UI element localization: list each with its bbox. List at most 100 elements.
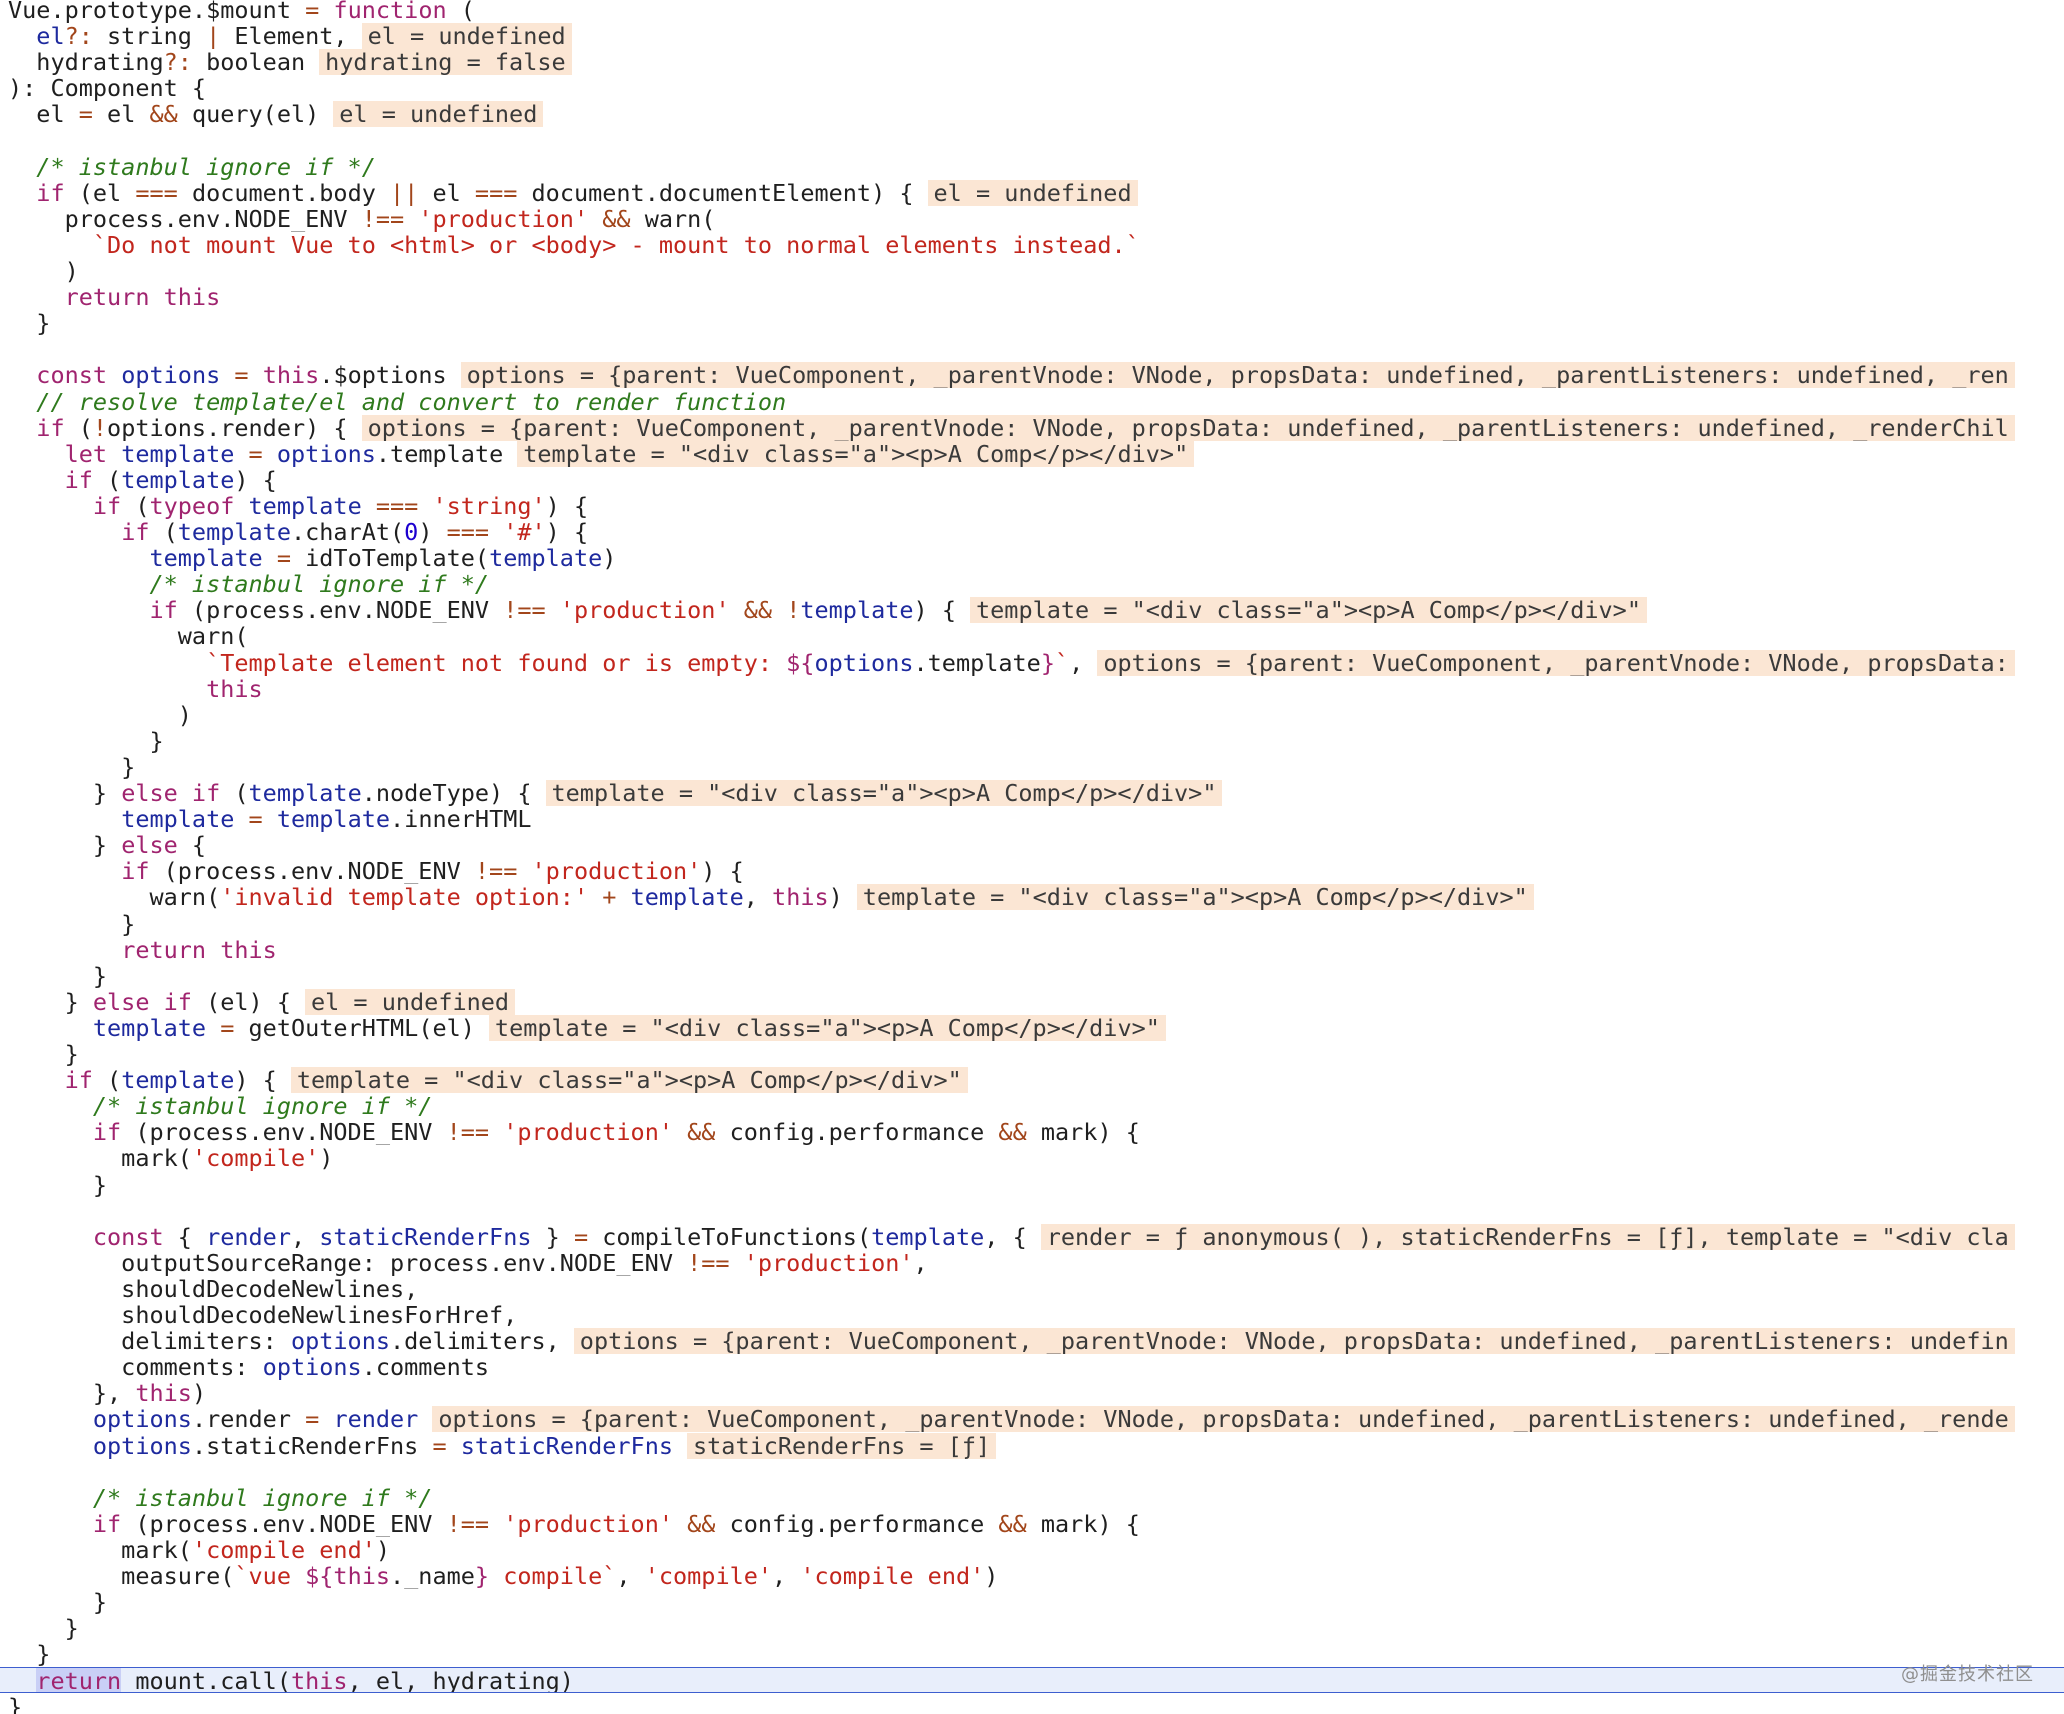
code-line[interactable]: el?: string | Element, el = undefined [0,23,2064,50]
code-line[interactable]: this [0,676,2064,702]
code-line[interactable]: } else if (template.nodeType) {template … [0,780,2064,806]
code-line[interactable]: delimiters: options.delimiters, options =… [0,1328,2064,1355]
code-line[interactable]: } else { [0,832,2064,858]
code-line[interactable]: options.staticRenderFns = staticRenderFn… [0,1432,2064,1459]
code-line[interactable]: hydrating?: boolean hydrating = false [0,49,2064,76]
code-line[interactable]: ) [0,258,2064,284]
code-line[interactable]: if (typeof template === 'string') { [0,493,2064,519]
inline-debug-value[interactable]: el = undefined [304,988,516,1015]
code-line[interactable]: mark('compile') [0,1145,2064,1171]
code-line[interactable]: `Do not mount Vue to <html> or <body> - … [0,232,2064,258]
code-line[interactable]: comments: options.comments [0,1354,2064,1380]
code-line[interactable]: } [0,310,2064,336]
code-token: } [8,1171,108,1198]
code-line[interactable]: } [0,1172,2064,1198]
code-token: function [333,0,447,23]
code-line[interactable]: measure(`vue ${this._name} compile`, 'co… [0,1563,2064,1589]
code-line[interactable]: shouldDecodeNewlinesForHref, [0,1302,2064,1328]
inline-debug-value[interactable]: template = "<div class="a"><p>A Comp</p>… [970,597,1647,624]
code-line[interactable]: return this [0,284,2064,310]
code-line[interactable] [0,1198,2064,1224]
code-line[interactable]: if (template) { [0,467,2064,493]
code-line[interactable]: const options = this.$options options = {… [0,362,2064,389]
code-token: , el, hydrating) [347,1667,574,1694]
code-line[interactable]: } [0,963,2064,989]
code-token: + [602,884,617,911]
inline-debug-value[interactable]: template = "<div class="a"><p>A Comp</p>… [290,1067,968,1094]
code-token: ): Component { [8,75,207,102]
code-line[interactable]: template = idToTemplate(template) [0,545,2064,571]
inline-debug-value[interactable]: el = undefined [927,179,1138,206]
code-line[interactable] [0,1459,2064,1485]
code-token: .render [191,1406,306,1433]
code-line[interactable]: outputSourceRange: process.env.NODE_ENV … [0,1250,2064,1276]
inline-debug-value[interactable]: options = {parent: VueComponent, _parent… [573,1328,2015,1355]
inline-debug-value[interactable]: template = "<div class="a"><p>A Comp</p>… [517,440,1195,467]
current-line[interactable]: return mount.call(this, el, hydrating) [0,1667,2064,1694]
code-line[interactable]: } [0,1694,2064,1714]
code-line[interactable]: `Template element not found or is empty:… [0,649,2064,676]
code-line[interactable]: if (!options.render) {options = {parent:… [0,414,2064,441]
code-line[interactable]: } else if (el) {el = undefined [0,988,2064,1015]
code-token: } [8,1589,108,1616]
code-line[interactable]: /* istanbul ignore if */ [0,571,2064,597]
code-line[interactable]: } [0,1615,2064,1641]
inline-debug-value[interactable]: template = "<div class="a"><p>A Comp</p>… [856,884,1534,911]
code-token: else if [92,988,192,1015]
code-line[interactable]: } [0,728,2064,754]
code-line[interactable]: let template = options.template template … [0,440,2064,467]
inline-debug-value[interactable]: el = undefined [333,101,544,128]
code-line[interactable]: warn('invalid template option:' + templa… [0,884,2064,911]
code-line[interactable]: return this [0,937,2064,963]
code-line[interactable]: template = template.innerHTML [0,806,2064,832]
code-line[interactable]: /* istanbul ignore if */ [0,1485,2064,1511]
code-line[interactable]: } [0,754,2064,780]
inline-debug-value[interactable]: options = {parent: VueComponent, _parent… [361,414,2015,441]
code-line[interactable]: if (template) {template = "<div class="a… [0,1067,2064,1094]
code-line[interactable]: /* istanbul ignore if */ [0,1093,2064,1119]
inline-debug-value[interactable]: template = "<div class="a"><p>A Comp</p>… [545,780,1223,806]
code-line[interactable]: warn( [0,623,2064,649]
code-line[interactable]: if (process.env.NODE_ENV !== 'production… [0,597,2064,624]
code-line[interactable]: mark('compile end') [0,1537,2064,1563]
code-line[interactable] [0,336,2064,362]
code-line[interactable]: const { render, staticRenderFns } = comp… [0,1223,2064,1250]
code-line[interactable]: Vue.prototype.$mount = function ( [0,0,2064,23]
code-line[interactable]: process.env.NODE_ENV !== 'production' &&… [0,206,2064,232]
code-line[interactable]: } [0,1589,2064,1615]
code-line[interactable]: el = el && query(el) el = undefined [0,101,2064,128]
code-line[interactable]: } [0,1041,2064,1067]
code-line[interactable] [0,128,2064,154]
inline-debug-value[interactable]: staticRenderFns = [ƒ] [687,1432,997,1459]
inline-debug-value[interactable]: template = "<div class="a"><p>A Comp</p>… [488,1014,1166,1041]
code-line[interactable]: if (process.env.NODE_ENV !== 'production… [0,1511,2064,1537]
code-token: === [375,492,419,519]
inline-debug-value[interactable]: hydrating = false [319,49,572,76]
code-line[interactable]: if (process.env.NODE_ENV !== 'production… [0,858,2064,884]
inline-debug-value[interactable]: options = {parent: VueComponent, _parent… [460,362,2015,389]
code-token: } [8,988,93,1015]
code-line[interactable]: if (el === document.body || el === docum… [0,179,2064,206]
code-line[interactable]: shouldDecodeNewlines, [0,1276,2064,1302]
code-line[interactable]: if (template.charAt(0) === '#') { [0,519,2064,545]
code-line[interactable]: }, this) [0,1380,2064,1406]
inline-debug-value[interactable]: el = undefined [361,23,572,50]
inline-debug-value[interactable]: options = {parent: VueComponent, _parent… [1097,649,2015,676]
code-line[interactable]: options.render = render options = {parent… [0,1406,2064,1433]
code-line[interactable]: } [0,911,2064,937]
inline-debug-value[interactable]: options = {parent: VueComponent, _parent… [432,1406,2015,1433]
code-line[interactable]: template = getOuterHTML(el) template = "<… [0,1014,2064,1041]
code-token: options [290,1328,391,1355]
code-line[interactable]: if (process.env.NODE_ENV !== 'production… [0,1119,2064,1145]
code-line[interactable]: ) [0,702,2064,728]
code-editor[interactable]: Vue.prototype.$mount = function ( el?: s… [0,0,2064,1714]
code-line[interactable]: ): Component { [0,75,2064,101]
code-line[interactable]: // resolve template/el and convert to re… [0,389,2064,415]
inline-debug-value[interactable]: render = ƒ anonymous( ), staticRenderFns… [1040,1223,2015,1250]
code-line[interactable]: } [0,1641,2064,1667]
code-line[interactable]: /* istanbul ignore if */ [0,154,2064,180]
